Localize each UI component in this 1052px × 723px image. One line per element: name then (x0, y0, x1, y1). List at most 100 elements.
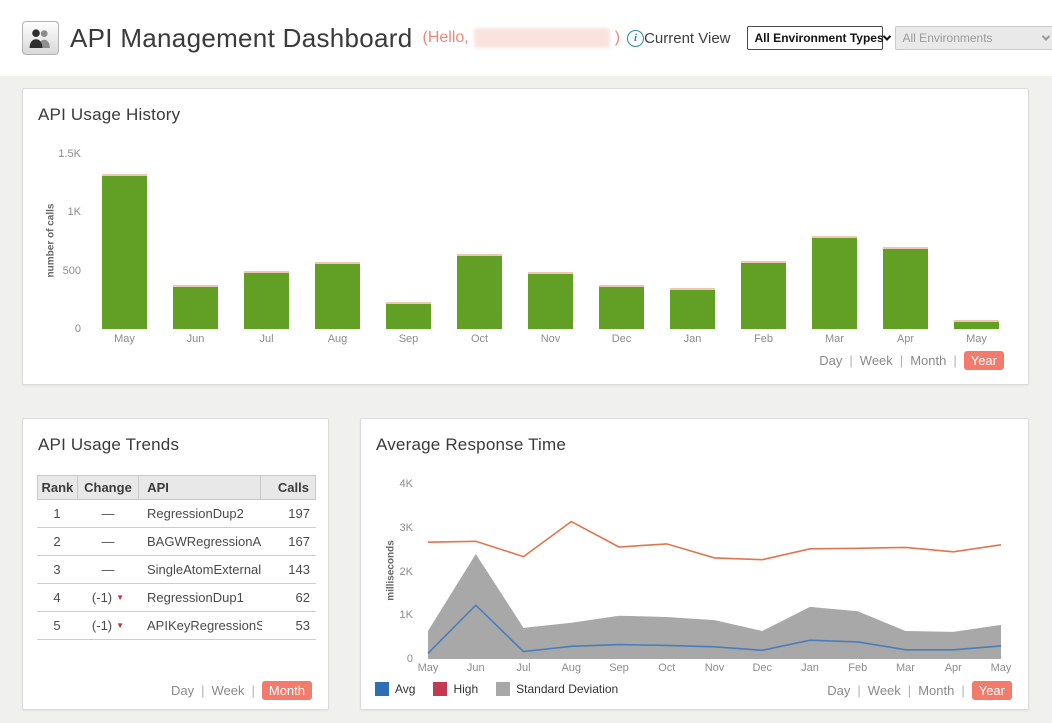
x-tick-label: Mar (886, 662, 926, 674)
usage-bar (954, 320, 999, 329)
two-users-glyph (28, 29, 53, 48)
y-tick-label: 3K (400, 522, 413, 534)
y-tick-label: 1.5K (58, 148, 81, 160)
app-header: API Management Dashboard (Hello, ) i Cur… (0, 0, 1052, 76)
api-name-cell: RegressionDup2 (139, 506, 262, 521)
environment-select: All Environments (895, 26, 1052, 50)
table-row: 2—BAGWRegressionAPI167 (37, 528, 316, 556)
change-cell: — (77, 534, 139, 549)
legend-item-avg: Avg (375, 682, 415, 696)
change-cell: — (77, 506, 139, 521)
x-tick-label: Feb (838, 662, 878, 674)
calls-cell: 62 (262, 590, 316, 605)
bar-column: May (941, 154, 1012, 329)
response-time-time-controls: Day|Week|Month|Year (827, 681, 1012, 700)
time-range-month[interactable]: Month (262, 681, 312, 700)
table-body: 1—RegressionDup21972—BAGWRegressionAPI16… (37, 500, 316, 640)
table-header-row: Rank Change API Calls (37, 475, 316, 500)
redacted-username (474, 28, 610, 48)
column-header-calls: Calls (261, 476, 315, 499)
page-title: API Management Dashboard (70, 23, 413, 54)
bar-column: May (89, 154, 160, 329)
api-name-cell: APIKeyRegressionSe (139, 618, 262, 633)
legend-item-high: High (433, 682, 478, 696)
change-cell: (-1)▼ (77, 590, 139, 605)
x-tick-label: Sep (599, 662, 639, 674)
usage-bar (315, 262, 360, 329)
change-value: — (102, 534, 115, 549)
time-range-month[interactable]: Month (910, 353, 946, 368)
time-range-year[interactable]: Year (964, 351, 1004, 370)
api-name-cell: SingleAtomExternalF (139, 562, 262, 577)
y-tick-label: 1K (68, 206, 81, 218)
x-tick-label: Aug (302, 333, 373, 345)
x-tick-label: May (981, 662, 1021, 674)
change-value: (-1) (92, 618, 112, 633)
usage-trends-table: Rank Change API Calls 1—RegressionDup219… (37, 475, 316, 640)
usage-history-title: API Usage History (38, 105, 180, 125)
column-header-api: API (139, 476, 261, 499)
x-tick-label: Jun (160, 333, 231, 345)
legend-label: Standard Deviation (516, 682, 618, 696)
usage-trends-time-controls: Day|Week|Month (171, 681, 312, 700)
usage-history-plot: MayJunJulAugSepOctNovDecJanFebMarAprMay (89, 154, 1012, 329)
calls-cell: 167 (262, 534, 316, 549)
legend-swatch (433, 682, 447, 696)
time-range-week[interactable]: Week (868, 683, 901, 698)
usage-history-time-controls: Day|Week|Month|Year (819, 351, 1004, 370)
calls-cell: 197 (262, 506, 316, 521)
response-time-legend: Avg High Standard Deviation (375, 682, 618, 696)
environment-type-select[interactable]: All Environment Types (747, 26, 883, 50)
column-header-rank: Rank (38, 476, 78, 499)
x-tick-label: Aug (551, 662, 591, 674)
response-time-yticks: 01K2K3K4K (361, 484, 413, 659)
average-response-time-panel: Average Response Time milliseconds 01K2K… (360, 418, 1029, 710)
table-row: 4(-1)▼RegressionDup162 (37, 584, 316, 612)
usage-bar (599, 285, 644, 329)
time-range-day[interactable]: Day (171, 683, 194, 698)
time-range-week[interactable]: Week (860, 353, 893, 368)
time-range-week[interactable]: Week (211, 683, 244, 698)
environment-type-value: All Environment Types (755, 31, 884, 45)
high-line (428, 522, 1001, 560)
y-tick-label: 1K (400, 609, 413, 621)
separator: | (849, 353, 852, 368)
usage-bar (457, 254, 502, 329)
usage-bar (173, 285, 218, 329)
x-tick-label: May (408, 662, 448, 674)
time-range-year[interactable]: Year (972, 681, 1012, 700)
legend-swatch (496, 682, 510, 696)
info-icon[interactable]: i (627, 30, 644, 47)
table-row: 1—RegressionDup2197 (37, 500, 316, 528)
usage-bar (670, 288, 715, 329)
bar-column: Aug (302, 154, 373, 329)
legend-swatch (375, 682, 389, 696)
bar-column: Oct (444, 154, 515, 329)
time-range-day[interactable]: Day (819, 353, 842, 368)
time-range-month[interactable]: Month (918, 683, 954, 698)
rank-cell: 5 (37, 618, 77, 633)
legend-label: Avg (395, 682, 415, 696)
x-tick-label: Jul (504, 662, 544, 674)
usage-bar (812, 236, 857, 329)
api-name-cell: RegressionDup1 (139, 590, 262, 605)
current-view-label: Current View (644, 30, 730, 47)
change-value: — (102, 562, 115, 577)
x-tick-label: Apr (870, 333, 941, 345)
greeting: (Hello, ) (423, 28, 621, 48)
time-range-day[interactable]: Day (827, 683, 850, 698)
legend-label: High (453, 682, 478, 696)
column-header-change: Change (78, 476, 140, 499)
x-tick-label: Nov (695, 662, 735, 674)
usage-bar (528, 272, 573, 329)
x-tick-label: Jan (657, 333, 728, 345)
greeting-prefix: (Hello, (423, 29, 469, 47)
x-tick-label: Sep (373, 333, 444, 345)
bar-column: Feb (728, 154, 799, 329)
x-tick-label: Jul (231, 333, 302, 345)
x-tick-label: Jun (456, 662, 496, 674)
x-tick-label: Nov (515, 333, 586, 345)
separator: | (961, 683, 964, 698)
bar-column: Apr (870, 154, 941, 329)
api-usage-history-panel: API Usage History number of calls 05001K… (22, 88, 1029, 385)
